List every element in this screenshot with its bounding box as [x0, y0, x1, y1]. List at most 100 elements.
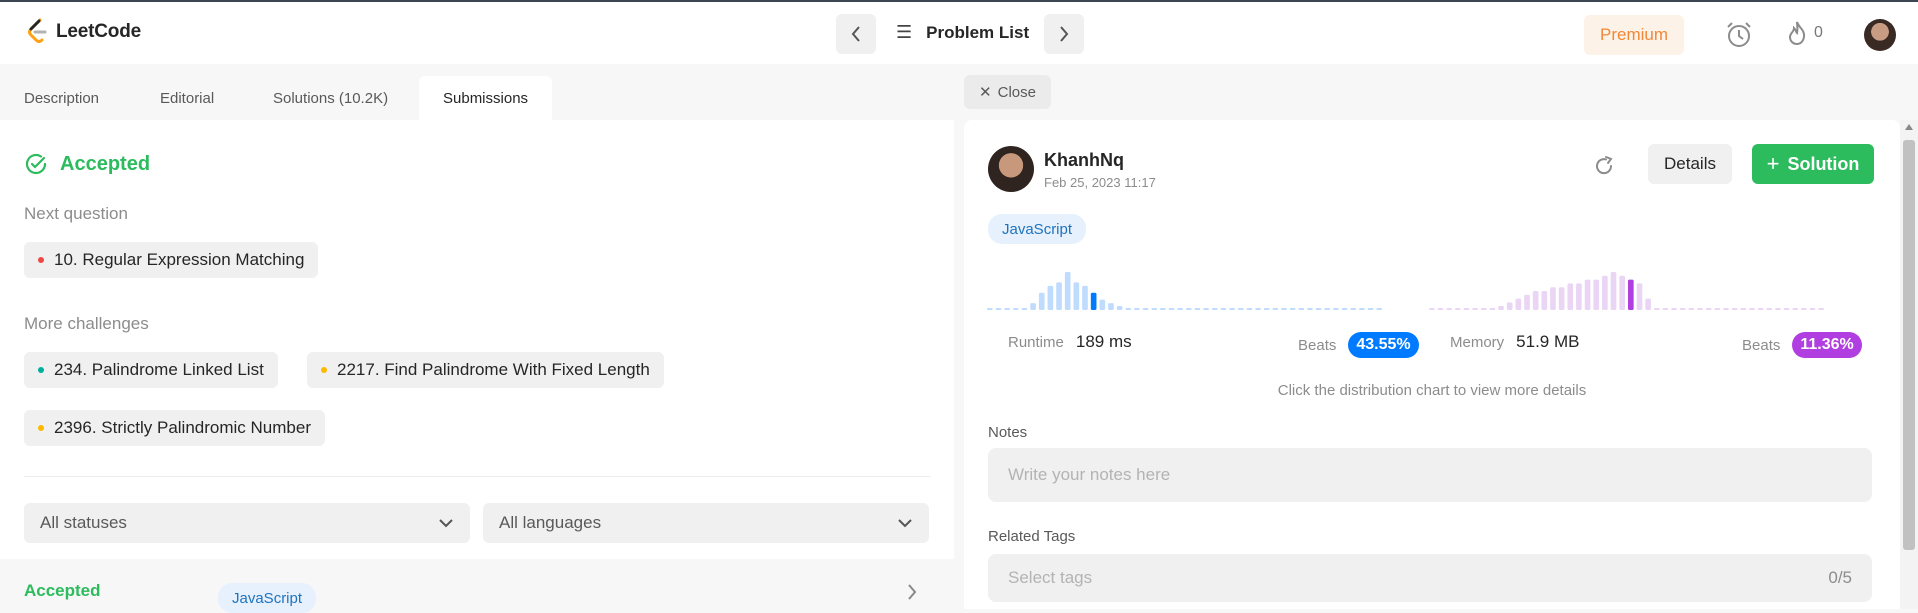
next-question-chip[interactable]: 10. Regular Expression Matching: [24, 242, 319, 278]
distribution-bar: [1723, 308, 1729, 310]
leetcode-logo-icon: [28, 18, 47, 43]
chevron-down-icon: [898, 519, 912, 528]
streak-counter[interactable]: 0: [1786, 20, 1823, 46]
chevron-down-icon: [439, 519, 453, 528]
distribution-bar: [1125, 308, 1132, 310]
distribution-bar: [1775, 308, 1781, 310]
more-challenges-label: More challenges: [24, 314, 149, 333]
close-button[interactable]: ✕ Close: [964, 75, 1051, 109]
solution-label: Solution: [1787, 153, 1860, 174]
distribution-bar: [1186, 308, 1192, 310]
distribution-bar: [1289, 308, 1296, 310]
notes-placeholder: Write your notes here: [1008, 465, 1171, 484]
distribution-bar: [1731, 308, 1738, 310]
chevron-left-icon: [851, 26, 860, 42]
distribution-bar: [1809, 308, 1816, 310]
notes-input[interactable]: Write your notes here: [988, 448, 1872, 502]
distribution-bar: [1255, 308, 1261, 310]
distribution-bar: [1645, 298, 1651, 310]
distribution-bar: [1324, 308, 1331, 310]
distribution-bar: [1818, 308, 1824, 310]
logo[interactable]: LeetCode: [26, 18, 141, 46]
runtime-label: Runtime: [1008, 333, 1064, 351]
distribution-bar: [1454, 308, 1461, 310]
details-button[interactable]: Details: [1648, 144, 1732, 184]
distribution-bar: [1437, 308, 1444, 310]
language-filter-value: All languages: [499, 513, 602, 532]
distribution-bar: [1004, 308, 1010, 310]
accepted-status: Accepted: [24, 152, 150, 176]
distribution-bar: [1194, 308, 1201, 310]
memory-beats-label: Beats: [1742, 336, 1781, 354]
next-problem-button[interactable]: [1044, 14, 1084, 54]
distribution-bar: [1532, 291, 1539, 310]
distribution-bar: [1757, 308, 1764, 310]
language-filter-select[interactable]: All languages: [483, 503, 929, 543]
difficulty-dot: [321, 367, 327, 373]
scrollbar[interactable]: [1900, 120, 1918, 609]
distribution-bar: [1653, 308, 1660, 310]
distribution-bar: [1610, 272, 1617, 310]
status-filter-select[interactable]: All statuses: [24, 503, 470, 543]
distribution-bar: [1671, 308, 1677, 310]
difficulty-dot: [38, 425, 44, 431]
user-name[interactable]: KhanhNq: [1044, 150, 1124, 171]
distribution-bar: [1350, 308, 1357, 310]
streak-count: 0: [1814, 24, 1823, 41]
submission-status: Accepted: [24, 581, 101, 600]
challenge-chip[interactable]: 2217. Find Palindrome With Fixed Length: [307, 352, 664, 388]
runtime-beats: Beats 43.55%: [1298, 332, 1419, 358]
premium-button[interactable]: Premium: [1584, 15, 1684, 55]
distribution-bar: [1315, 308, 1322, 310]
tags-placeholder: Select tags: [1008, 568, 1093, 587]
distribution-bar: [1038, 292, 1045, 310]
tab-editorial[interactable]: Editorial: [136, 76, 238, 120]
share-icon[interactable]: [1592, 154, 1616, 178]
prev-problem-button[interactable]: [836, 14, 876, 54]
panel-resizer[interactable]: [954, 64, 964, 609]
distribution-bar: [1220, 308, 1227, 310]
tab-submissions[interactable]: Submissions: [419, 76, 553, 120]
challenge-chip[interactable]: 234. Palindrome Linked List: [24, 352, 278, 388]
distribution-bar: [1047, 285, 1054, 310]
submission-row[interactable]: Accepted JavaScript: [0, 559, 954, 613]
distribution-bar: [1168, 308, 1175, 310]
logo-text: LeetCode: [56, 21, 141, 42]
challenge-chip[interactable]: 2396. Strictly Palindromic Number: [24, 410, 325, 446]
distribution-bar: [1272, 308, 1279, 310]
distribution-bar: [1688, 308, 1695, 310]
tags-select[interactable]: Select tags 0/5: [988, 554, 1872, 602]
challenge-title: 2396. Strictly Palindromic Number: [54, 418, 311, 437]
distribution-bar-highlight: [1090, 292, 1097, 310]
distribution-bar: [1177, 308, 1183, 310]
tab-solutions[interactable]: Solutions (10.2K): [249, 76, 412, 120]
scrollbar-thumb[interactable]: [1903, 140, 1915, 550]
distribution-bar: [987, 308, 993, 310]
alarm-clock-icon[interactable]: [1724, 20, 1754, 50]
distribution-bar: [1766, 308, 1773, 310]
solution-button[interactable]: + Solution: [1752, 144, 1874, 184]
runtime-distribution-chart[interactable]: [986, 268, 1384, 322]
distribution-bar: [1082, 285, 1088, 310]
distribution-bar: [1429, 308, 1435, 310]
user-avatar[interactable]: [1864, 19, 1896, 51]
divider: [24, 476, 930, 477]
distribution-bar: [1246, 308, 1253, 310]
distribution-bar: [1307, 308, 1313, 310]
problem-list-button[interactable]: ☰ Problem List: [896, 22, 1029, 43]
scroll-up-arrow[interactable]: [1905, 124, 1913, 130]
runtime-beats-label: Beats: [1298, 336, 1337, 354]
tab-description[interactable]: Description: [0, 76, 123, 120]
distribution-bar: [1472, 308, 1478, 310]
runtime-value: 189 ms: [1075, 332, 1132, 351]
avatar[interactable]: [988, 146, 1034, 192]
distribution-bar: [1602, 275, 1608, 310]
check-circle-icon: [25, 153, 47, 175]
submission-detail-card: KhanhNq Feb 25, 2023 11:17 Details + Sol…: [964, 120, 1900, 609]
distribution-bar: [1134, 308, 1140, 310]
runtime-metric: Runtime 189 ms: [1008, 332, 1132, 352]
memory-distribution-chart[interactable]: [1428, 268, 1826, 322]
distribution-bar: [1679, 308, 1686, 310]
next-question-title: 10. Regular Expression Matching: [54, 250, 305, 269]
problem-list-label: Problem List: [926, 22, 1030, 42]
